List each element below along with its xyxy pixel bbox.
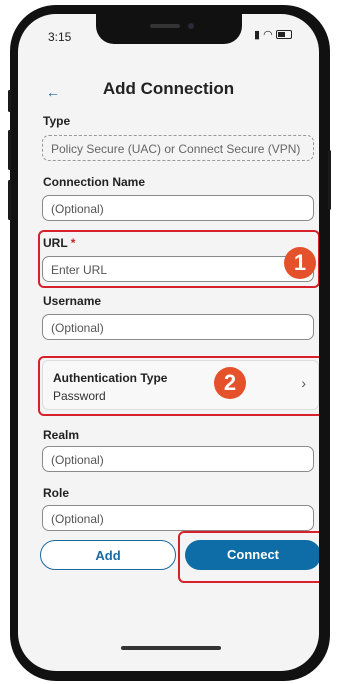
auth-title: Authentication Type	[53, 371, 168, 385]
connection-name-input[interactable]: (Optional)	[42, 195, 314, 221]
username-label: Username	[43, 294, 102, 308]
signal-icon: ▮	[254, 29, 261, 41]
phone-notch	[96, 14, 242, 44]
annotation-badge-2: 2	[214, 367, 246, 399]
url-input[interactable]: Enter URL	[42, 256, 314, 282]
connection-name-label: Connection Name	[43, 175, 146, 189]
phone-side-button	[8, 130, 11, 170]
username-input[interactable]: (Optional)	[42, 314, 314, 340]
app-screen: 3:15 ▮ ◠ ← Add Connection Type Policy Se…	[18, 14, 319, 671]
required-mark: *	[70, 236, 76, 250]
authentication-type-row[interactable]: Authentication Type Password ›	[42, 360, 319, 410]
url-label-text: URL	[43, 236, 68, 250]
add-button[interactable]: Add	[40, 540, 176, 570]
phone-side-button	[8, 180, 11, 220]
realm-label: Realm	[43, 428, 80, 442]
chevron-right-icon: ›	[301, 375, 306, 391]
wifi-icon: ◠	[263, 29, 273, 41]
camera	[188, 23, 194, 29]
home-indicator	[121, 646, 221, 650]
battery-icon	[275, 30, 292, 39]
type-field[interactable]: Policy Secure (UAC) or Connect Secure (V…	[42, 135, 314, 161]
status-time: 3:15	[48, 30, 72, 44]
url-label: URL *	[43, 236, 75, 250]
auth-value: Password	[53, 389, 106, 403]
realm-input[interactable]: (Optional)	[42, 446, 314, 472]
phone-side-button	[328, 150, 331, 210]
role-label: Role	[43, 486, 70, 500]
connect-highlight	[178, 531, 319, 583]
role-input[interactable]: (Optional)	[42, 505, 314, 531]
type-label: Type	[43, 114, 71, 128]
status-icons: ▮ ◠	[254, 28, 292, 41]
speaker	[150, 24, 180, 28]
annotation-badge-1: 1	[284, 247, 316, 279]
phone-side-button	[8, 90, 11, 112]
page-title: Add Connection	[102, 79, 235, 98]
